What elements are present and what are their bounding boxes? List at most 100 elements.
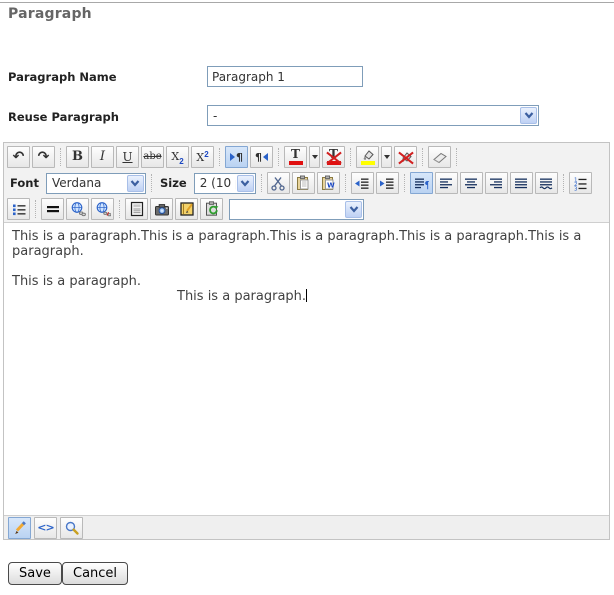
cut-scissors-icon <box>270 176 286 191</box>
text-color-icon: T <box>289 148 303 165</box>
chevron-down-icon <box>312 155 318 159</box>
paragraph-name-input[interactable] <box>207 66 363 87</box>
highlight-color-dropdown-button[interactable] <box>381 146 392 168</box>
superscript-icon: X2 <box>196 149 208 164</box>
remove-link-button[interactable] <box>91 198 114 220</box>
justify-full-button[interactable] <box>535 172 558 194</box>
outdent-icon <box>354 176 370 191</box>
reuse-paragraph-label: Reuse Paragraph <box>8 110 119 124</box>
undo-icon: ↶ <box>13 150 25 164</box>
bold-button[interactable]: B <box>66 146 89 168</box>
remove-format-button[interactable] <box>428 146 451 168</box>
font-value: Verdana <box>52 176 126 190</box>
editor-content[interactable]: This is a paragraph.This is a paragraph.… <box>4 222 609 516</box>
toolbar-separator <box>345 174 346 192</box>
align-center-icon <box>463 176 479 191</box>
rich-text-editor: ↶ ↷ B I U abe X2 X2 ¶ ¶ T T <box>3 142 610 540</box>
ltr-paragraph-icon: ¶ <box>230 149 243 164</box>
align-center-button[interactable] <box>460 172 483 194</box>
svg-text:¶: ¶ <box>425 180 430 191</box>
subscript-button[interactable]: X2 <box>166 146 189 168</box>
align-right-button[interactable] <box>485 172 508 194</box>
insert-document-button[interactable] <box>175 198 198 220</box>
size-select[interactable]: 2 (10 pt) <box>194 173 256 194</box>
strikethrough-icon: abe <box>143 152 161 162</box>
design-mode-button[interactable] <box>8 517 31 539</box>
justify-full-icon <box>538 176 554 191</box>
justify-paragraph-button[interactable]: ¶ <box>410 172 433 194</box>
toolbar-separator <box>350 148 351 166</box>
editor-text-line <box>12 259 601 274</box>
remove-text-color-button[interactable]: T <box>322 146 345 168</box>
insert-link-button[interactable] <box>66 198 89 220</box>
paste-special-button[interactable] <box>200 198 223 220</box>
toolbar-row-3 <box>4 196 609 222</box>
remove-format-eraser-icon <box>432 150 448 164</box>
font-label: Font <box>10 176 39 190</box>
text-cursor <box>306 289 307 302</box>
horizontal-rule-button[interactable] <box>41 198 64 220</box>
subscript-icon: X2 <box>171 148 183 166</box>
preview-magnifier-icon <box>64 520 80 536</box>
highlight-color-button[interactable] <box>356 146 379 168</box>
bold-icon: B <box>72 150 83 163</box>
toolbar-separator <box>35 200 36 218</box>
superscript-button[interactable]: X2 <box>191 146 214 168</box>
chevron-down-icon[interactable] <box>520 107 537 124</box>
ordered-list-button[interactable]: 123 <box>569 172 592 194</box>
toolbar-separator <box>422 148 423 166</box>
toolbar-separator <box>60 148 61 166</box>
indent-button[interactable] <box>376 172 399 194</box>
reuse-paragraph-select[interactable]: - <box>207 105 539 126</box>
insert-image-button[interactable] <box>150 198 173 220</box>
outdent-button[interactable] <box>351 172 374 194</box>
toolbar-row-2: Font Verdana Size 2 (10 pt) W ¶ <box>4 170 609 196</box>
rtl-paragraph-icon: ¶ <box>255 149 268 164</box>
style-select[interactable] <box>229 199 364 220</box>
cancel-button[interactable]: Cancel <box>62 562 128 585</box>
preview-button[interactable] <box>60 517 83 539</box>
chevron-down-icon[interactable] <box>237 175 254 192</box>
remove-highlight-icon <box>399 151 413 162</box>
svg-text:W: W <box>327 182 335 190</box>
page-title: Paragraph <box>8 6 92 22</box>
save-button[interactable]: Save <box>8 562 62 585</box>
remove-highlight-button[interactable] <box>394 146 417 168</box>
html-source-button[interactable]: <> <box>34 517 57 539</box>
redo-button[interactable]: ↷ <box>32 146 55 168</box>
svg-text:3: 3 <box>574 186 578 191</box>
editor-text-line: This is a paragraph. <box>12 274 601 289</box>
strikethrough-button[interactable]: abe <box>141 146 164 168</box>
chevron-down-icon[interactable] <box>127 175 144 192</box>
chevron-down-icon[interactable] <box>345 201 362 218</box>
align-left-button[interactable] <box>435 172 458 194</box>
undo-button[interactable]: ↶ <box>7 146 30 168</box>
text-color-dropdown-button[interactable] <box>309 146 320 168</box>
toolbar-row-1: ↶ ↷ B I U abe X2 X2 ¶ ¶ T T <box>4 143 609 170</box>
bullet-list-button[interactable] <box>7 198 30 220</box>
paste-button[interactable] <box>292 172 315 194</box>
rtl-paragraph-button[interactable]: ¶ <box>250 146 273 168</box>
underline-icon: U <box>122 151 132 163</box>
justify-button[interactable] <box>510 172 533 194</box>
size-label: Size <box>160 176 187 190</box>
toolbar-separator <box>404 174 405 192</box>
text-color-button[interactable]: T <box>284 146 307 168</box>
template-document-icon <box>129 201 145 217</box>
align-left-icon <box>438 176 454 191</box>
ltr-paragraph-button[interactable]: ¶ <box>225 146 248 168</box>
italic-button[interactable]: I <box>91 146 114 168</box>
indent-icon <box>379 176 395 191</box>
cut-button[interactable] <box>267 172 290 194</box>
size-value: 2 (10 pt) <box>200 176 236 190</box>
paste-clipboard-icon <box>295 175 311 191</box>
editor-footer: <> <box>4 516 609 539</box>
paste-from-word-button[interactable]: W <box>317 172 340 194</box>
italic-icon: I <box>100 150 105 163</box>
font-select[interactable]: Verdana <box>46 173 146 194</box>
insert-template-button[interactable] <box>125 198 148 220</box>
underline-button[interactable]: U <box>116 146 139 168</box>
toolbar-separator <box>151 174 152 192</box>
editor-text-line: This is a paragraph. <box>177 289 601 304</box>
link-globe-icon <box>70 201 86 217</box>
